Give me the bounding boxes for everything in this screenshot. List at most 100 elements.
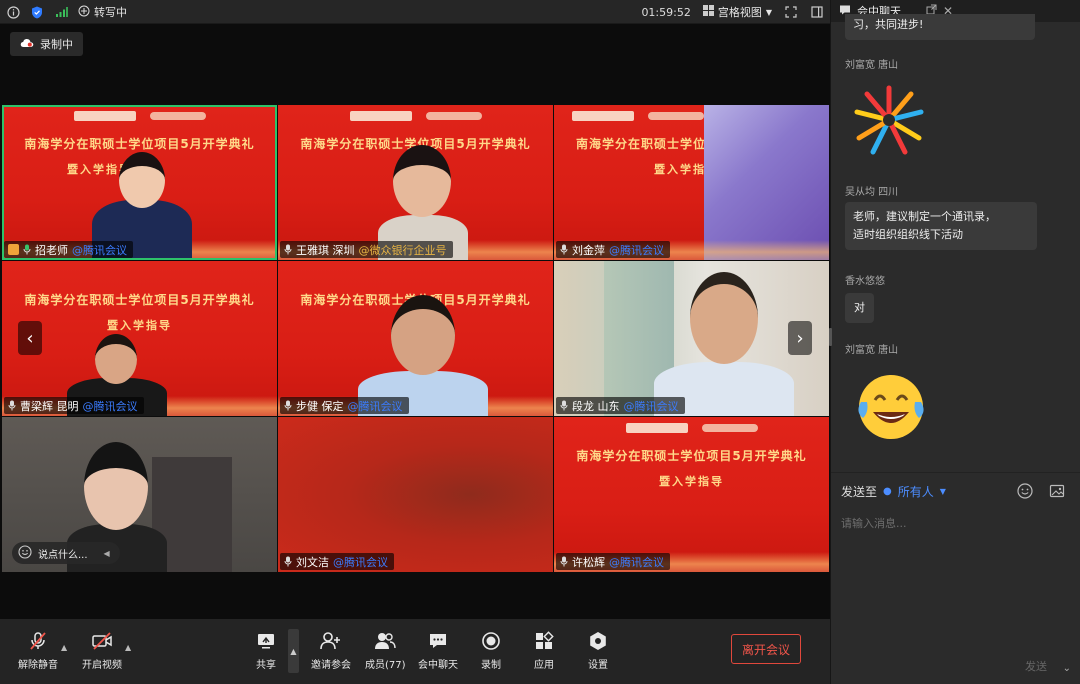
topbar-right: 01:59:52 宫格视图 ▼ bbox=[641, 0, 824, 24]
participant-video bbox=[644, 266, 804, 416]
participant-name: 步健 保定 bbox=[296, 399, 344, 413]
record-label: 录制 bbox=[481, 660, 501, 671]
shield-icon[interactable] bbox=[30, 5, 44, 19]
chat-panel: 会中聊天 ✕ 习，共同进步! 刘富宽 唐山 吴从均 四川 老师，建议制定一个通讯… bbox=[830, 0, 1080, 684]
recording-badge[interactable]: 录制中 bbox=[10, 32, 83, 56]
prev-page-button[interactable]: ‹ bbox=[18, 321, 42, 355]
video-options-caret[interactable]: ▲ bbox=[125, 643, 133, 652]
chevron-left-icon: ◀ bbox=[103, 548, 110, 558]
gear-icon bbox=[588, 631, 608, 651]
chevron-down-icon: ▼ bbox=[765, 7, 772, 17]
audio-options-caret[interactable]: ▲ bbox=[61, 643, 69, 652]
view-mode-dropdown[interactable]: 宫格视图 ▼ bbox=[702, 4, 772, 20]
members-label: 成员(77) bbox=[365, 660, 406, 671]
quick-chat-input[interactable]: 说点什么... ◀ bbox=[12, 542, 120, 564]
info-icon[interactable] bbox=[6, 5, 20, 19]
fullscreen-icon[interactable] bbox=[784, 5, 798, 19]
signal-icon[interactable] bbox=[54, 5, 68, 19]
send-options-chevron-icon[interactable]: ⌄ bbox=[1063, 663, 1071, 674]
video-tile[interactable]: 南海学分在职硕士学位 暨入学指 刘金萍 @腾讯会议 bbox=[554, 105, 829, 260]
mic-icon bbox=[23, 244, 31, 255]
video-tile[interactable]: › 段龙 山东 @腾讯会议 bbox=[554, 261, 829, 416]
members-icon bbox=[374, 631, 396, 651]
camera-off-icon bbox=[91, 631, 113, 651]
image-upload-icon[interactable] bbox=[1049, 483, 1065, 502]
smiley-icon bbox=[18, 544, 32, 562]
participant-label: 步健 保定 @腾讯会议 bbox=[280, 397, 409, 414]
chat-message-text: 对 bbox=[854, 301, 865, 314]
mic-muted-icon bbox=[284, 244, 292, 255]
share-screen-button[interactable]: 共享 bbox=[256, 631, 276, 671]
banner-subtitle: 暨入学指导 bbox=[659, 475, 724, 488]
chevron-right-icon: › bbox=[796, 327, 804, 349]
meeting-toolbar: 解除静音 ▲ 开启视频 ▲ 共享 ▲ 邀请参会 成员(77) 会中聊天 录制 应… bbox=[0, 619, 830, 684]
apps-icon bbox=[534, 631, 554, 651]
chat-message-input[interactable]: 请输入消息... bbox=[841, 515, 907, 531]
tears-of-joy-icon bbox=[853, 372, 929, 442]
chat-message-bubble: 对 bbox=[845, 293, 874, 323]
participant-name: 许松辉 bbox=[572, 555, 605, 569]
unmute-button[interactable]: 解除静音 bbox=[18, 631, 58, 671]
send-to-selector[interactable]: 发送至 ● 所有人 ▼ bbox=[841, 483, 946, 500]
mic-muted-icon bbox=[560, 556, 568, 567]
host-icon bbox=[8, 244, 19, 255]
mic-muted-icon bbox=[284, 400, 292, 411]
mic-muted-icon bbox=[284, 556, 292, 567]
apps-button[interactable]: 应用 bbox=[534, 631, 554, 671]
emoji-picker-icon[interactable] bbox=[1017, 483, 1033, 502]
participant-name: 招老师 bbox=[35, 243, 68, 257]
participant-label: 招老师 @腾讯会议 bbox=[4, 241, 133, 258]
meeting-window: 转写中 01:59:52 宫格视图 ▼ 录制中 南海学分在职硕士学位项目5月开学… bbox=[0, 0, 1080, 684]
participant-label: 王雅琪 深圳 @微众银行企业号 bbox=[280, 241, 453, 258]
record-icon bbox=[481, 631, 501, 651]
view-mode-label: 宫格视图 bbox=[717, 6, 762, 19]
invite-button[interactable]: 邀请参会 bbox=[311, 631, 351, 671]
next-page-button[interactable]: › bbox=[788, 321, 812, 355]
start-video-label: 开启视频 bbox=[82, 660, 122, 671]
send-button[interactable]: 发送 bbox=[1025, 658, 1047, 674]
chat-label: 会中聊天 bbox=[418, 660, 458, 671]
settings-button[interactable]: 设置 bbox=[588, 631, 608, 671]
video-stage: 录制中 南海学分在职硕士学位项目5月开学典礼 暨入学指导 招老师 @腾讯会议 南… bbox=[0, 24, 830, 619]
leave-meeting-button[interactable]: 离开会议 bbox=[731, 634, 801, 664]
video-tile[interactable]: 南海学分在职硕士学位项目5月开学典礼 暨入学指导 ‹ 曹梁辉 昆明 @腾讯会议 bbox=[2, 261, 277, 416]
quick-chat-placeholder: 说点什么... bbox=[38, 549, 88, 561]
chat-button[interactable]: 会中聊天 bbox=[418, 631, 458, 671]
transcribe-icon bbox=[78, 5, 90, 20]
participant-app: @腾讯会议 bbox=[72, 243, 127, 257]
video-tile[interactable]: 南海学分在职硕士学位项目5月开学典礼 暨入学指导 许松辉 @腾讯会议 bbox=[554, 417, 829, 572]
video-tile[interactable]: 刘文洁 @腾讯会议 bbox=[278, 417, 553, 572]
share-screen-icon bbox=[256, 631, 276, 651]
chat-sender: 香水悠悠 bbox=[845, 276, 885, 287]
video-tile[interactable]: 南海学分在职硕士学位项目5月开学典礼 王雅琪 深圳 @微众银行企业号 bbox=[278, 105, 553, 260]
start-video-button[interactable]: 开启视频 bbox=[82, 631, 122, 671]
members-button[interactable]: 成员(77) bbox=[365, 631, 406, 671]
side-panel-icon[interactable] bbox=[810, 5, 824, 19]
participant-label: 曹梁辉 昆明 @腾讯会议 bbox=[4, 397, 144, 414]
transcribe-status[interactable]: 转写中 bbox=[78, 4, 127, 20]
chevron-down-icon: ▼ bbox=[939, 487, 946, 496]
send-to-target: 所有人 bbox=[897, 485, 934, 499]
panel-resize-handle[interactable] bbox=[829, 328, 832, 346]
user-icon: ● bbox=[883, 486, 892, 497]
background-decoration bbox=[704, 105, 829, 260]
chat-sender: 刘富宽 唐山 bbox=[845, 60, 899, 71]
mic-muted-icon bbox=[560, 244, 568, 255]
grid-icon bbox=[702, 5, 714, 19]
chevron-left-icon: ‹ bbox=[26, 327, 34, 349]
participant-label: 刘文洁 @腾讯会议 bbox=[280, 553, 394, 570]
send-to-label: 发送至 bbox=[841, 485, 878, 499]
video-tile[interactable]: 南海学分在职硕士学位项目5月开学典礼 暨入学指导 招老师 @腾讯会议 bbox=[2, 105, 277, 260]
chat-bubble-icon bbox=[428, 631, 448, 651]
chat-message-bubble: 习，共同进步! bbox=[845, 14, 1035, 40]
chat-message-text: 习，共同进步! bbox=[853, 18, 924, 31]
record-button[interactable]: 录制 bbox=[481, 631, 501, 671]
chat-compose: 发送至 ● 所有人 ▼ 请输入消息... 发送 ⌄ bbox=[831, 472, 1080, 684]
settings-label: 设置 bbox=[588, 660, 608, 671]
participant-name: 曹梁辉 昆明 bbox=[20, 399, 79, 413]
share-options-caret[interactable]: ▲ bbox=[288, 629, 299, 673]
banner-logos bbox=[278, 107, 553, 125]
video-tile[interactable]: 南海学分在职硕士学位项目5月开学典礼 步健 保定 @腾讯会议 bbox=[278, 261, 553, 416]
participant-name: 刘金萍 bbox=[572, 243, 605, 257]
fireworks-icon bbox=[849, 80, 929, 160]
